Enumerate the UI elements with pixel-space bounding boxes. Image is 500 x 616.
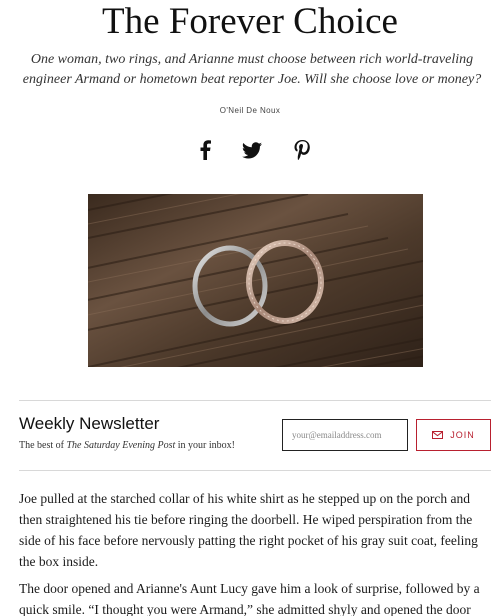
author-byline[interactable]: O'Neil De Noux <box>0 106 500 115</box>
newsletter-email-input[interactable] <box>282 419 408 451</box>
share-bar <box>0 138 500 164</box>
article-paragraph: Joe pulled at the starched collar of his… <box>19 491 478 569</box>
hero-image-wedding-rings <box>88 194 423 367</box>
pinterest-icon[interactable] <box>290 138 314 162</box>
article-title: The Forever Choice <box>102 1 398 42</box>
publication-name: The Saturday Evening Post <box>66 440 176 451</box>
facebook-icon[interactable] <box>193 138 217 162</box>
twitter-icon[interactable] <box>240 138 264 162</box>
newsletter-subtitle: The best of The Saturday Evening Post in… <box>19 440 235 451</box>
join-label: JOIN <box>450 430 475 440</box>
newsletter-divider-top <box>19 400 491 401</box>
article-dek: One woman, two rings, and Arianne must c… <box>22 52 482 87</box>
article-paragraph: The door opened and Arianne's Aunt Lucy … <box>19 581 480 616</box>
newsletter-join-button[interactable]: JOIN <box>416 419 491 451</box>
mail-icon <box>432 431 444 439</box>
newsletter-divider-bottom <box>19 470 491 471</box>
newsletter-title: Weekly Newsletter <box>19 414 160 433</box>
